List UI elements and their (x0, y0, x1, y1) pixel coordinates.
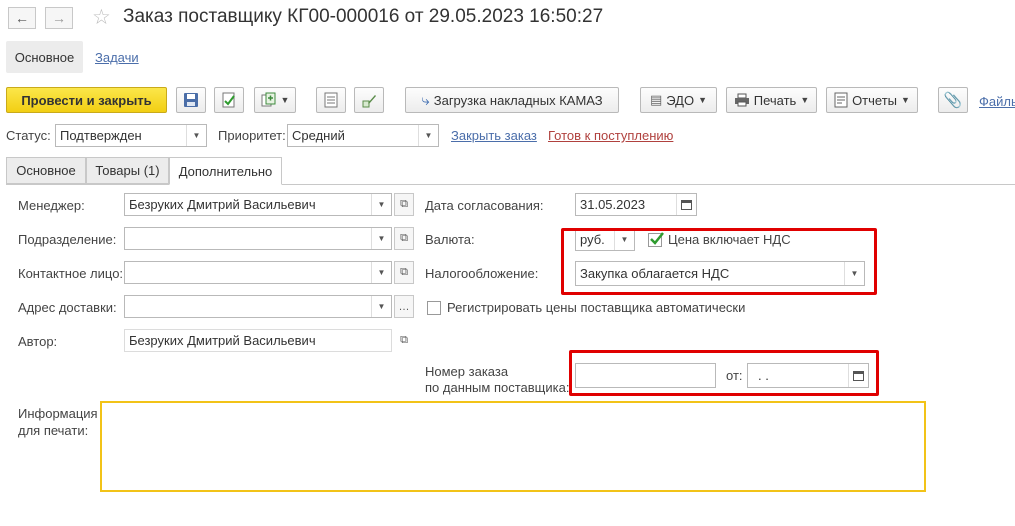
pencil-icon (362, 95, 376, 108)
address-edit-button[interactable]: … (394, 295, 414, 318)
chevron-down-icon: ▼ (901, 95, 910, 105)
ready-for-receipt-link[interactable]: Готов к поступлению (548, 128, 673, 143)
forward-button[interactable]: → (45, 7, 73, 29)
edo-label: ЭДО (666, 92, 695, 108)
edo-icon: ▤ (649, 92, 663, 107)
arrow-right-icon: → (52, 10, 66, 26)
department-select[interactable]: ▼ (124, 227, 392, 250)
status-select[interactable]: Подтвержден ▼ (55, 124, 207, 147)
redo-arrow-icon: ⤷ (421, 91, 430, 109)
open-icon: ⧉ (400, 232, 408, 244)
close-order-link[interactable]: Закрыть заказ (451, 128, 537, 143)
reports-icon (834, 92, 848, 108)
star-icon[interactable]: ☆ (92, 5, 111, 30)
register-prices-checkbox[interactable] (427, 301, 441, 315)
tab-additional[interactable]: Дополнительно (169, 157, 282, 185)
document-list-icon (324, 92, 338, 108)
priority-label: Приоритет: (218, 128, 286, 143)
print-info-label-line2: для печати: (18, 423, 89, 438)
open-icon: ⧉ (400, 198, 408, 210)
supplier-order-label-line2: по данным поставщика: (425, 380, 570, 395)
chevron-down-icon: ▼ (280, 95, 290, 105)
mode-main[interactable]: Основное (6, 41, 83, 73)
print-info-label-line1: Информация (18, 406, 98, 421)
chevron-down-icon: ▼ (800, 95, 810, 105)
approval-date-value: 31.05.2023 (580, 197, 646, 212)
chevron-down-icon[interactable]: ▼ (186, 125, 206, 146)
author-value: Безруких Дмитрий Васильевич (129, 333, 316, 348)
chevron-down-icon[interactable]: ▼ (371, 228, 391, 249)
edit-button[interactable] (354, 87, 384, 113)
chevron-down-icon[interactable]: ▼ (371, 296, 391, 317)
save-button[interactable] (176, 87, 206, 113)
contact-open-button[interactable]: ⧉ (394, 261, 414, 284)
tab-divider (6, 184, 1015, 185)
chevron-down-icon[interactable]: ▼ (418, 125, 438, 146)
calendar-icon[interactable] (676, 194, 696, 215)
chevron-down-icon[interactable]: ▼ (371, 262, 391, 283)
address-label: Адрес доставки: (18, 300, 117, 315)
supplier-order-label: Номер заказа по данным поставщика: (425, 364, 569, 396)
manager-value: Безруких Дмитрий Васильевич (129, 197, 316, 212)
department-open-button[interactable]: ⧉ (394, 227, 414, 250)
files-link[interactable]: Файлы (979, 94, 1015, 109)
register-prices-label: Регистрировать цены поставщика автоматич… (447, 300, 746, 315)
document-structure-button[interactable] (316, 87, 346, 113)
back-button[interactable]: ← (8, 7, 36, 29)
post-document-icon (222, 92, 235, 108)
priority-select[interactable]: Средний ▼ (287, 124, 439, 147)
author-field: Безруких Дмитрий Васильевич (124, 329, 392, 352)
approval-date-field[interactable]: 31.05.2023 (575, 193, 697, 216)
attach-button[interactable]: 📎 (938, 87, 968, 113)
priority-value: Средний (292, 128, 345, 143)
open-icon: ⧉ (400, 266, 408, 278)
tab-goods[interactable]: Товары (1) (86, 157, 169, 184)
print-label: Печать (753, 92, 797, 108)
post-and-close-button[interactable]: Провести и закрыть (6, 87, 167, 113)
ellipsis-icon: … (398, 300, 410, 313)
paperclip-icon: 📎 (943, 92, 963, 109)
reports-label: Отчеты (852, 92, 897, 108)
status-label: Статус: (6, 128, 51, 143)
tab-main[interactable]: Основное (6, 157, 86, 184)
author-open-button[interactable]: ⧉ (394, 329, 414, 352)
printer-icon (734, 93, 749, 107)
currency-label: Валюта: (425, 232, 475, 247)
kamaz-import-label: Загрузка накладных КАМАЗ (433, 92, 603, 108)
chevron-down-icon: ▼ (698, 95, 708, 105)
arrow-left-icon: ← (15, 10, 29, 26)
open-icon: ⧉ (400, 334, 408, 346)
contact-select[interactable]: ▼ (124, 261, 392, 284)
manager-select[interactable]: Безруких Дмитрий Васильевич ▼ (124, 193, 392, 216)
contact-label: Контактное лицо: (18, 266, 124, 281)
department-label: Подразделение: (18, 232, 117, 247)
reports-button[interactable]: Отчеты ▼ (826, 87, 918, 113)
page-title: Заказ поставщику КГ00-000016 от 29.05.20… (123, 6, 604, 27)
print-button[interactable]: Печать ▼ (726, 87, 817, 113)
kamaz-import-button[interactable]: ⤷ Загрузка накладных КАМАЗ (405, 87, 619, 113)
address-select[interactable]: ▼ (124, 295, 392, 318)
approval-date-label: Дата согласования: (425, 198, 544, 213)
highlight-currency-taxation (561, 228, 877, 295)
taxation-label: Налогообложение: (425, 266, 539, 281)
edo-button[interactable]: ▤ ЭДО ▼ (640, 87, 717, 113)
post-button[interactable] (214, 87, 244, 113)
save-icon (184, 93, 198, 107)
highlight-supplier-order (569, 350, 879, 396)
supplier-order-label-line1: Номер заказа (425, 364, 509, 379)
mode-tasks-link[interactable]: Задачи (95, 50, 139, 65)
status-value: Подтвержден (60, 128, 142, 143)
print-info-textarea[interactable] (100, 401, 926, 492)
print-info-label: Информация для печати: (18, 405, 98, 439)
author-label: Автор: (18, 334, 58, 349)
create-based-on-button[interactable]: ▼ (254, 87, 296, 113)
manager-label: Менеджер: (18, 198, 85, 213)
create-based-on-icon (261, 92, 276, 107)
manager-open-button[interactable]: ⧉ (394, 193, 414, 216)
chevron-down-icon[interactable]: ▼ (371, 194, 391, 215)
